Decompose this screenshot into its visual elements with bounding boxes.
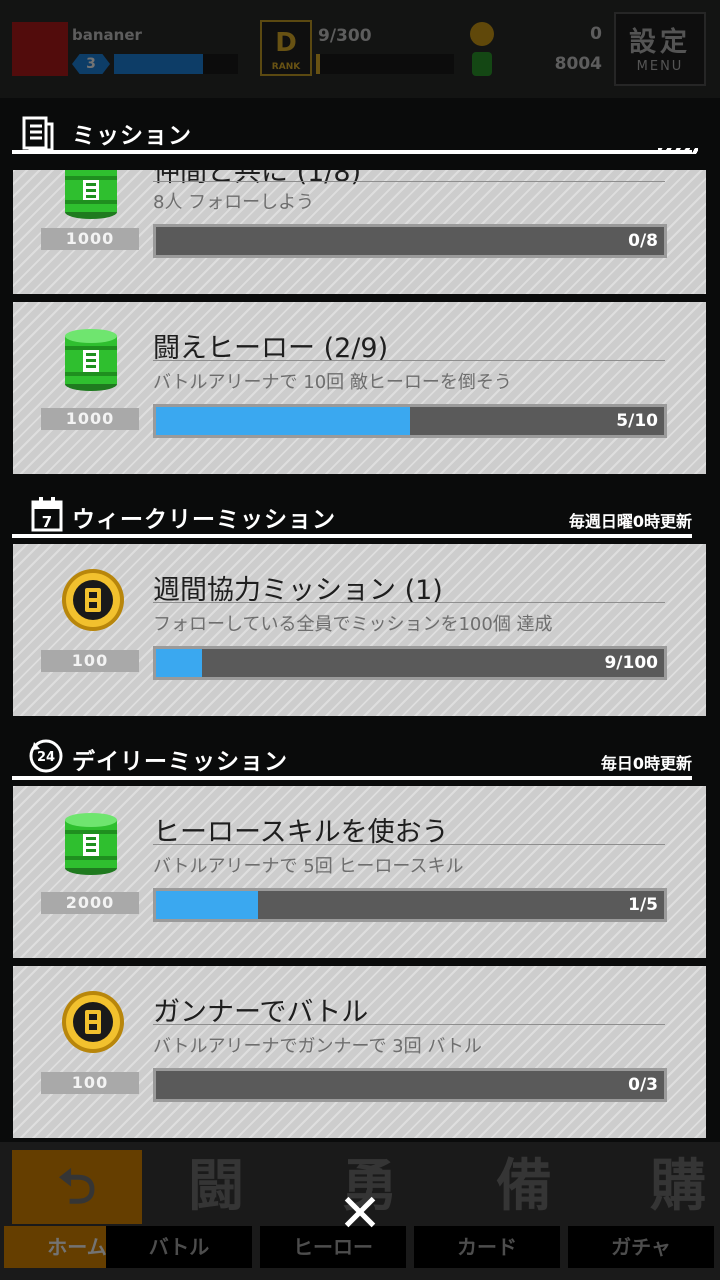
- section-title-daily: デイリーミッション: [72, 749, 288, 775]
- mission-progress-bar: 9/100: [153, 646, 667, 680]
- mission-progress-bar: 1/5: [153, 888, 667, 922]
- rank-exp-text: 9/300: [318, 26, 372, 46]
- mission-card[interactable]: 100 週間協力ミッション (1) フォローしている全員でミッションを100個 …: [13, 544, 706, 716]
- gold-coin-icon: [470, 22, 494, 46]
- player-avatar[interactable]: [12, 22, 68, 76]
- green-can-icon: [472, 52, 492, 76]
- mission-progress-text: 1/5: [628, 895, 658, 915]
- nav-battle-label: バトル: [106, 1226, 252, 1268]
- top-status-bar: bananer 3 D RANK 9/300 0 8004 設定 MENU: [0, 0, 720, 98]
- mission-card[interactable]: 2000 ヒーロースキルを使おう バトルアリーナで 5回 ヒーロースキル 1/5: [13, 786, 706, 958]
- mission-separator: [153, 844, 665, 845]
- mission-card[interactable]: 1000 仲間と共に (1/8) 8人 フォローしよう 0/8: [13, 170, 706, 294]
- mission-description: バトルアリーナで 10回 敵ヒーローを倒そう: [153, 372, 512, 393]
- menu-label: MENU: [636, 59, 684, 74]
- coin-amount: 0: [590, 24, 602, 44]
- mission-title: 仲間と共に (1/8): [153, 170, 362, 188]
- calendar-icon: 7: [31, 497, 63, 532]
- can-amount: 8004: [554, 54, 602, 74]
- close-button[interactable]: ✕: [330, 1184, 390, 1244]
- mission-progress-text: 0/3: [628, 1075, 658, 1095]
- battle-kanji-icon: 闘: [188, 1154, 244, 1219]
- reward-amount: 100: [41, 650, 139, 672]
- settings-kanji: 設定: [629, 27, 691, 58]
- section-divider: [12, 534, 692, 538]
- section-header-mission: ミッション: [12, 112, 706, 162]
- rank-letter: D: [275, 28, 297, 58]
- section-header-daily: 24 デイリーミッション 毎日0時更新: [12, 738, 706, 782]
- gold-coin-icon: [61, 990, 124, 1054]
- player-level-bar: [114, 54, 238, 74]
- nav-battle[interactable]: 闘 バトル: [106, 1142, 252, 1280]
- nav-card-label: カード: [414, 1226, 560, 1268]
- rank-badge: D RANK: [260, 20, 312, 76]
- green-can-icon: [61, 328, 121, 392]
- player-level-badge: 3: [72, 54, 110, 74]
- rank-label: RANK: [271, 62, 301, 72]
- section-title-mission: ミッション: [72, 123, 192, 149]
- mission-progress-fill: [156, 891, 258, 919]
- mission-separator: [153, 602, 665, 603]
- mission-description: 8人 フォローしよう: [153, 192, 315, 213]
- mission-progress-fill: [156, 649, 202, 677]
- mission-progress-fill: [156, 407, 410, 435]
- card-kanji-icon: 備: [496, 1154, 552, 1219]
- reward-amount: 2000: [41, 892, 139, 914]
- section-title-weekly: ウィークリーミッション: [72, 507, 336, 533]
- mission-description: バトルアリーナで 5回 ヒーロースキル: [153, 856, 464, 877]
- calendar-icon-number: 7: [42, 513, 52, 531]
- section-divider: [12, 776, 692, 780]
- clock-24-icon: 24: [29, 739, 63, 773]
- mission-progress-text: 5/10: [616, 411, 658, 431]
- mission-separator: [153, 360, 665, 361]
- mission-progress-text: 9/100: [604, 653, 658, 673]
- gacha-kanji-icon: 購: [650, 1154, 706, 1219]
- gold-coin-icon: [61, 568, 124, 632]
- section-note-daily: 毎日0時更新: [600, 754, 692, 773]
- reward-amount: 1000: [41, 408, 139, 430]
- mission-progress-text: 0/8: [628, 231, 658, 251]
- reward-amount: 1000: [41, 228, 139, 250]
- mission-separator: [153, 181, 665, 182]
- mission-description: バトルアリーナでガンナーで 3回 バトル: [153, 1036, 482, 1057]
- mission-card[interactable]: 100 ガンナーでバトル バトルアリーナでガンナーで 3回 バトル 0/3: [13, 966, 706, 1138]
- clock-icon-number: 24: [37, 750, 55, 765]
- section-divider: [12, 150, 692, 154]
- player-name: bananer: [72, 26, 142, 44]
- section-note-weekly: 毎週日曜0時更新: [568, 512, 692, 531]
- mission-progress-bar: 0/8: [153, 224, 667, 258]
- mission-description: フォローしている全員でミッションを100個 達成: [153, 614, 553, 635]
- reward-amount: 100: [41, 1072, 139, 1094]
- section-header-weekly: 7 ウィークリーミッション 毎週日曜0時更新: [12, 496, 706, 540]
- green-can-icon: [61, 170, 121, 220]
- document-icon: [22, 116, 54, 152]
- green-can-icon: [61, 812, 121, 876]
- section-divider-stripes: [658, 148, 698, 154]
- nav-gacha-label: ガチャ: [568, 1226, 714, 1268]
- rank-exp-bar: [316, 54, 454, 74]
- settings-menu-button[interactable]: 設定 MENU: [614, 12, 706, 86]
- screen: bananer 3 D RANK 9/300 0 8004 設定 MENU ⮌ …: [0, 0, 720, 1280]
- nav-gacha[interactable]: 購 ガチャ: [568, 1142, 714, 1280]
- nav-card[interactable]: 備 カード: [414, 1142, 560, 1280]
- mission-progress-bar: 5/10: [153, 404, 667, 438]
- mission-progress-bar: 0/3: [153, 1068, 667, 1102]
- mission-card[interactable]: 1000 闘えヒーロー (2/9) バトルアリーナで 10回 敵ヒーローを倒そう…: [13, 302, 706, 474]
- mission-separator: [153, 1024, 665, 1025]
